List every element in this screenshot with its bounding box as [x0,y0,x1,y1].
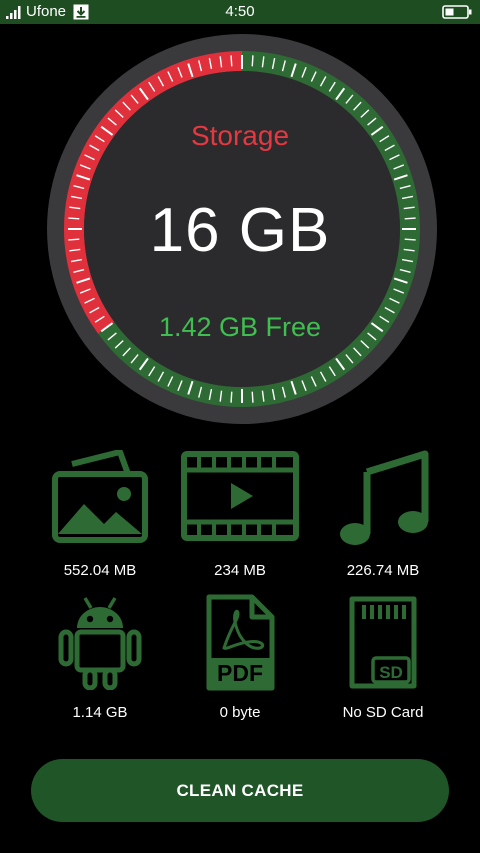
svg-text:SD: SD [379,663,403,682]
image-icon [52,450,148,543]
documents-size: 0 byte [219,704,261,721]
gauge-title: Storage [190,120,290,151]
android-icon [58,597,142,690]
category-images[interactable]: 552.04 MB [20,450,180,579]
screen: Ufone 4:50 Storage 16 GB 1.42 GB Free 55… [0,0,480,853]
category-documents[interactable]: PDF 0 byte [160,594,320,721]
sd-card-status: No SD Card [342,704,424,721]
gauge-tick [251,55,254,67]
svg-text:PDF: PDF [217,660,263,686]
free-storage: 1.42 GB Free [158,312,322,342]
gauge-tick [251,391,254,403]
clean-cache-button[interactable]: CLEAN CACHE [31,759,449,822]
total-storage: 16 GB [149,196,331,265]
category-apps[interactable]: 1.14 GB [20,594,180,721]
music-icon [340,450,429,545]
apps-size: 1.14 GB [72,704,128,721]
sd-card-icon: SD [349,596,417,689]
images-size: 552.04 MB [63,562,137,579]
category-sd-card[interactable]: SD No SD Card [303,594,463,721]
category-music[interactable]: 226.74 MB [303,450,463,579]
status-bar: Ufone 4:50 [0,0,480,24]
videos-size: 234 MB [214,562,266,579]
battery-icon [442,5,472,19]
music-size: 226.74 MB [346,562,420,579]
gauge-tick [230,55,233,67]
pdf-icon: PDF [206,594,275,691]
category-videos[interactable]: 234 MB [160,450,320,579]
video-icon [181,451,299,541]
clock: 4:50 [225,3,255,20]
gauge-tick [230,391,233,403]
